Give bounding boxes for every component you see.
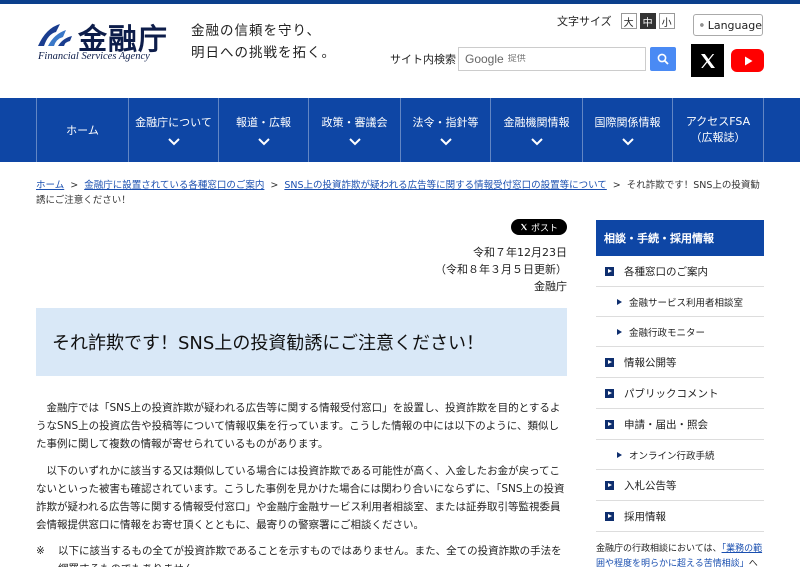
fsa-logo-mark-icon	[38, 24, 72, 46]
sidebar-heading: 相談・手続・採用情報	[596, 220, 764, 256]
language-label: Language	[707, 18, 762, 32]
chevron-down-icon	[167, 138, 180, 146]
slogan-line-2: 明日への挑戦を拓く。	[191, 45, 336, 61]
x-logo-icon	[700, 53, 715, 68]
body-note: ※ 以下に該当するもの全てが投資詐欺であることを示すものではありません。また、全…	[36, 542, 568, 567]
breadcrumb-link-contacts[interactable]: 金融庁に設置されている各種窓口のご案内	[84, 180, 264, 191]
nav-item-policy[interactable]: 政策・審議会	[308, 98, 400, 162]
nav-item-label: 国際関係情報	[594, 116, 661, 129]
font-size-medium-button[interactable]: 中	[639, 13, 656, 29]
page-title: それ詐欺です！SNS上の投資勧誘にご注意ください！	[52, 333, 484, 354]
site-logo[interactable]: 金融庁 Financial Services Agency	[36, 16, 178, 68]
sidebar-item-recruitment[interactable]: 採用情報	[596, 501, 764, 532]
youtube-play-icon	[744, 56, 752, 65]
nav-item-label: 金融庁について	[135, 116, 212, 129]
global-nav: ホーム 金融庁について 報道・広報 政策・審議会 法令・指針等 金融機関情報 国…	[0, 98, 800, 162]
publish-date: 令和７年12月23日	[473, 246, 567, 259]
font-size-small-button[interactable]: 小	[658, 13, 675, 29]
post-label: ポスト	[530, 223, 558, 234]
search-input[interactable]	[507, 54, 628, 64]
nav-item-home[interactable]: ホーム	[36, 98, 128, 162]
breadcrumb: ホーム > 金融庁に設置されている各種窓口のご案内 > SNS上の投資詐欺が疑われる広告…	[36, 178, 766, 208]
nav-item-label: 法令・指針等	[412, 116, 479, 129]
sidebar-note: 金融庁の行政相談においては、「業務の範囲や程度を明らかに超える苦情相談」への	[596, 542, 764, 567]
breadcrumb-separator-icon: >	[270, 180, 279, 191]
nav-item-access-fsa[interactable]: アクセスFSA（広報誌）	[672, 98, 764, 162]
updated-date: （令和８年３月５日更新）	[435, 263, 567, 276]
font-size-large-button[interactable]: 大	[620, 13, 637, 29]
slogan: 金融の信頼を守り、 明日への挑戦を拓く。	[191, 20, 336, 64]
issuer: 金融庁	[534, 280, 567, 293]
nav-item-label: アクセスFSA（広報誌）	[685, 115, 751, 144]
nav-item-label: 報道・広報	[236, 116, 291, 129]
site-search-label: サイト内検索	[390, 53, 456, 66]
search-button[interactable]	[650, 47, 676, 71]
breadcrumb-separator-icon: >	[70, 180, 79, 191]
top-accent-line	[0, 0, 800, 4]
nav-item-institutions[interactable]: 金融機関情報	[490, 98, 582, 162]
body-paragraph-2: 以下のいずれかに該当する又は類似している場合には投資詐欺である可能性が高く、入金…	[36, 465, 565, 531]
page-title-box: それ詐欺です！SNS上の投資勧誘にご注意ください！	[36, 308, 567, 376]
sidebar-item-tenders[interactable]: 入札公告等	[596, 470, 764, 501]
sidebar-item-contacts[interactable]: 各種窓口のご案内	[596, 256, 764, 287]
sidebar-item-disclosure[interactable]: 情報公開等	[596, 347, 764, 378]
sidebar-item-consumer-desk[interactable]: 金融サービス利用者相談室	[596, 287, 764, 317]
google-brand: Google	[465, 52, 504, 66]
chevron-down-icon	[348, 138, 361, 146]
x-social-link[interactable]	[691, 44, 724, 77]
nav-item-label: 金融機関情報	[503, 116, 570, 129]
globe-icon	[700, 23, 704, 27]
youtube-link[interactable]	[731, 49, 764, 72]
sidebar-item-monitor[interactable]: 金融行政モニター	[596, 317, 764, 347]
font-size-label: 文字サイズ	[557, 15, 612, 28]
nav-item-laws[interactable]: 法令・指針等	[400, 98, 490, 162]
body-paragraph-1: 金融庁では「SNS上の投資詐欺が疑われる広告等に関する情報受付窓口」を設置し、投…	[36, 402, 561, 450]
publication-info: 令和７年12月23日 （令和８年３月５日更新） 金融庁	[380, 244, 567, 295]
chevron-down-icon	[439, 138, 452, 146]
search-box[interactable]: Google	[458, 47, 646, 71]
x-post-button[interactable]: ポスト	[511, 219, 567, 235]
breadcrumb-link-sns-desk[interactable]: SNS上の投資詐欺が疑われる広告等に関する情報受付窓口の設置等について	[284, 180, 606, 191]
chevron-down-icon	[530, 138, 543, 146]
x-logo-icon	[520, 223, 528, 231]
breadcrumb-separator-icon: >	[612, 180, 621, 191]
search-icon	[657, 53, 669, 65]
sidebar-menu: 各種窓口のご案内 金融サービス利用者相談室 金融行政モニター 情報公開等 パブリ…	[596, 256, 764, 532]
slogan-line-1: 金融の信頼を守り、	[191, 23, 321, 39]
nav-item-label: ホーム	[66, 124, 99, 137]
sidebar-item-applications[interactable]: 申請・届出・照会	[596, 409, 764, 440]
nav-item-about[interactable]: 金融庁について	[128, 98, 218, 162]
note-mark: ※	[36, 545, 45, 557]
logo-english: Financial Services Agency	[38, 51, 150, 62]
chevron-down-icon	[621, 138, 634, 146]
sidebar-item-online-procedures[interactable]: オンライン行政手続	[596, 440, 764, 470]
nav-item-label: 政策・審議会	[321, 116, 388, 129]
language-button[interactable]: Language	[693, 14, 763, 36]
nav-item-international[interactable]: 国際関係情報	[582, 98, 672, 162]
sidebar-note-prefix: 金融庁の行政相談においては、	[596, 544, 722, 554]
breadcrumb-link-home[interactable]: ホーム	[36, 180, 64, 191]
note-text: 以下に該当するもの全てが投資詐欺であることを示すものではありません。また、全ての…	[58, 545, 562, 567]
font-size-control: 文字サイズ 大 中 小	[557, 13, 675, 29]
nav-item-press[interactable]: 報道・広報	[218, 98, 308, 162]
sidebar-item-public-comment[interactable]: パブリックコメント	[596, 378, 764, 409]
chevron-down-icon	[257, 138, 270, 146]
